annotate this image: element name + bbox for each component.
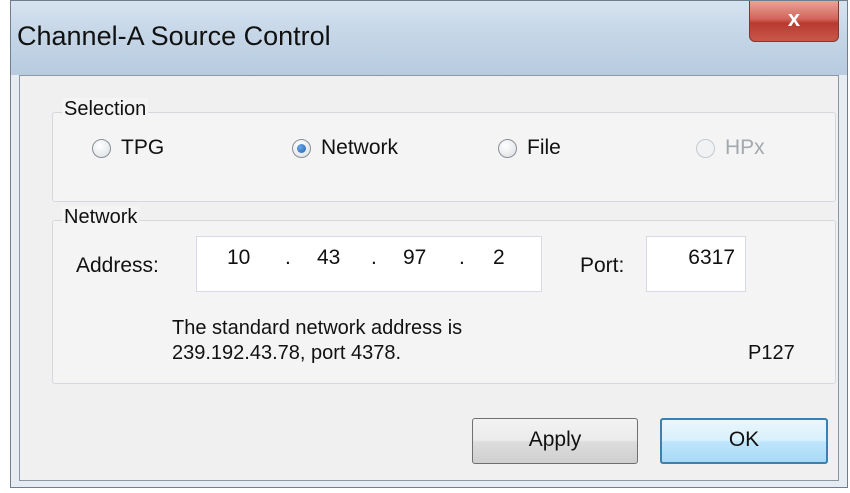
- selection-group-label: Selection: [62, 98, 149, 121]
- title-bar[interactable]: Channel-A Source Control x: [11, 1, 847, 75]
- ip-separator-2: .: [371, 246, 377, 269]
- ip-octet-2[interactable]: 43: [317, 246, 340, 270]
- dialog-window: Channel-A Source Control x Selection TPG…: [10, 0, 848, 488]
- dialog-client-area: Selection TPG Network File HPx Network A…: [19, 75, 839, 481]
- address-label: Address:: [76, 254, 159, 277]
- radio-network-label: Network: [321, 136, 399, 159]
- radio-hpx: HPx: [696, 136, 765, 160]
- ok-button[interactable]: OK: [660, 418, 828, 464]
- radio-network[interactable]: Network: [292, 136, 398, 160]
- network-note-line-1: The standard network address is: [172, 317, 463, 339]
- radio-file-label: File: [527, 136, 561, 159]
- ip-octet-3[interactable]: 97: [403, 246, 426, 270]
- ip-separator-1: .: [285, 246, 291, 269]
- port-field[interactable]: 6317: [646, 236, 746, 292]
- window-title: Channel-A Source Control: [17, 21, 331, 51]
- radio-file[interactable]: File: [498, 136, 561, 160]
- radio-tpg-label: TPG: [121, 136, 165, 159]
- product-code: P127: [748, 342, 795, 364]
- ip-octet-1[interactable]: 10: [227, 246, 250, 270]
- port-label: Port:: [580, 254, 625, 277]
- apply-button[interactable]: Apply: [472, 418, 638, 464]
- radio-file-indicator[interactable]: [498, 138, 517, 158]
- radio-hpx-label: HPx: [725, 136, 765, 159]
- radio-tpg-indicator[interactable]: [92, 138, 111, 158]
- close-button[interactable]: x: [749, 1, 839, 42]
- ip-octet-4[interactable]: 2: [493, 246, 505, 270]
- radio-network-indicator[interactable]: [292, 138, 311, 158]
- ip-separator-3: .: [459, 246, 465, 269]
- ip-address-field[interactable]: 10 . 43 . 97 . 2: [196, 236, 542, 292]
- network-group-label: Network: [62, 206, 140, 229]
- radio-tpg[interactable]: TPG: [92, 136, 164, 160]
- radio-hpx-indicator: [696, 138, 715, 158]
- network-note-line-2: 239.192.43.78, port 4378.: [172, 342, 402, 364]
